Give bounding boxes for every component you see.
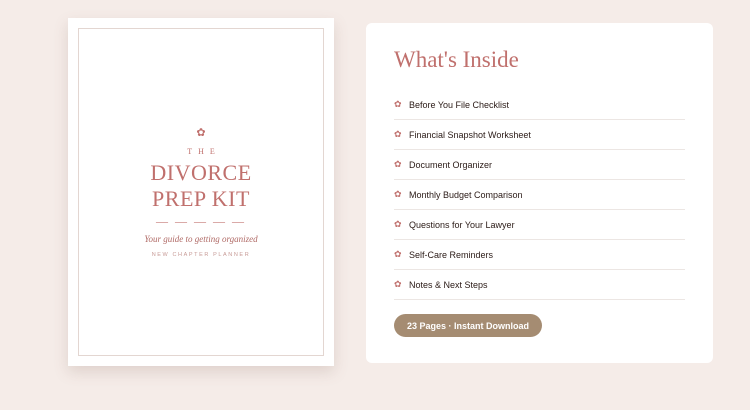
flower-icon: ✿ [394, 99, 402, 109]
flower-icon: ✿ [394, 159, 402, 169]
list-item: ✿ Document Organizer [394, 150, 685, 180]
panel-title: What's Inside [394, 47, 519, 72]
whats-inside-panel: What's Inside ✿ Before You File Checklis… [366, 23, 713, 363]
list-item-label: Questions for Your Lawyer [409, 219, 515, 230]
flower-icon: ✿ [394, 219, 402, 229]
product-cover: ✿ THE DIVORCE PREP KIT — — — — — Your gu… [68, 18, 334, 366]
list-item: ✿ Notes & Next Steps [394, 270, 685, 300]
cover-the-label: THE [187, 147, 221, 156]
list-item-label: Notes & Next Steps [409, 279, 488, 290]
cover-title-line-1: DIVORCE [150, 160, 252, 185]
contents-list: ✿ Before You File Checklist ✿ Financial … [394, 90, 685, 300]
list-item: ✿ Monthly Budget Comparison [394, 180, 685, 210]
cover-series-label: NEW CHAPTER PLANNER [151, 252, 251, 258]
list-item-label: Monthly Budget Comparison [409, 189, 523, 200]
list-item: ✿ Questions for Your Lawyer [394, 210, 685, 240]
list-item-label: Before You File Checklist [409, 99, 510, 110]
flower-icon: ✿ [394, 189, 402, 199]
flower-icon: ✿ [394, 249, 402, 259]
flower-icon: ✿ [394, 279, 402, 289]
flower-icon: ✿ [196, 127, 206, 139]
cover-divider: — — — — — [156, 214, 246, 228]
list-item: ✿ Before You File Checklist [394, 90, 685, 120]
list-item-label: Document Organizer [409, 159, 493, 170]
list-item-label: Self-Care Reminders [409, 249, 494, 260]
flower-icon: ✿ [394, 129, 402, 139]
cover-subtitle: Your guide to getting organized [144, 234, 258, 244]
list-item-label: Financial Snapshot Worksheet [409, 129, 531, 140]
instant-download-button[interactable]: 23 Pages · Instant Download [394, 314, 542, 337]
cover-frame: ✿ THE DIVORCE PREP KIT — — — — — Your gu… [78, 28, 324, 356]
list-item: ✿ Financial Snapshot Worksheet [394, 120, 685, 150]
cover-title-line-2: PREP KIT [152, 186, 250, 211]
list-item: ✿ Self-Care Reminders [394, 240, 685, 270]
